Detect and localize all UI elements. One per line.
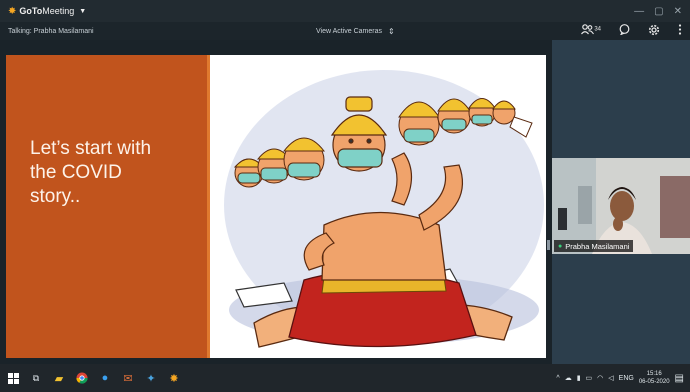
edge-icon[interactable]: ● [98, 371, 112, 385]
cloud-icon[interactable]: ☁ [565, 374, 572, 382]
start-button[interactable] [6, 371, 20, 385]
system-tray: ^ ☁ ▮ ▭ ◠ ◁ ENG 15:16 06-05-2020 ▤ [556, 370, 684, 386]
updown-chevron-icon: ⇕ [388, 26, 395, 36]
slide-text: Let’s start with the COVID story.. [30, 137, 200, 209]
windows-taskbar: ⧉ ▰ ● ✉ ✦ ✸ ^ ☁ ▮ ▭ ◠ ◁ ENG 15:16 06-05-… [0, 364, 690, 392]
app-icon[interactable]: ✦ [144, 371, 158, 385]
participant-name-tag: ● Prabha Masilamani [554, 240, 634, 252]
video-sidebar: ● Prabha Masilamani [552, 40, 690, 364]
splitter-handle[interactable] [547, 240, 550, 250]
participant-name: Prabha Masilamani [565, 241, 630, 251]
task-view-icon[interactable]: ⧉ [29, 371, 43, 385]
language-indicator[interactable]: ENG [619, 375, 634, 382]
talking-indicator: Talking: Prabha Masilamani [8, 27, 94, 35]
microphone-icon: ● [558, 242, 563, 250]
wifi-icon[interactable]: ◠ [597, 374, 603, 382]
chat-icon [619, 24, 630, 36]
more-button[interactable] [678, 24, 682, 38]
restore-button[interactable]: ▢ [654, 6, 663, 17]
clock[interactable]: 15:16 06-05-2020 [639, 370, 670, 386]
volume-icon[interactable]: ◁ [608, 374, 613, 382]
chrome-logo-icon [76, 372, 88, 384]
outlook-icon[interactable]: ✉ [121, 371, 135, 385]
slide-text-line-2: the COVID [30, 162, 122, 183]
chat-button[interactable] [619, 24, 630, 38]
close-button[interactable]: ✕ [674, 6, 682, 17]
title-bar: ✸ GoTo Meeting ▼ — ▢ ✕ [0, 0, 690, 22]
gotomeeting-taskbar-icon[interactable]: ✸ [167, 371, 181, 385]
windows-logo-icon [7, 372, 19, 384]
battery-icon[interactable]: ▭ [586, 374, 593, 382]
brand-goto: GoTo [19, 6, 43, 16]
starburst-icon: ✸ [8, 5, 17, 17]
settings-button[interactable] [648, 24, 660, 39]
slide-text-line-1: Let’s start with [30, 138, 152, 159]
presentation-slide: Let’s start with the COVID story.. [6, 55, 546, 358]
slide-title-panel: Let’s start with the COVID story.. [6, 55, 210, 358]
taskbar-pinned-apps: ⧉ ▰ ● ✉ ✦ ✸ [6, 371, 181, 385]
microphone-tray-icon[interactable]: ▮ [577, 374, 581, 382]
ravana-mask-illustration [224, 70, 544, 348]
gear-icon [648, 24, 660, 35]
chrome-icon[interactable] [75, 371, 89, 385]
info-bar: Talking: Prabha Masilamani View Active C… [0, 22, 690, 40]
view-active-cameras-label: View Active Cameras [316, 27, 383, 35]
attendee-count: 34 [594, 26, 601, 33]
view-active-cameras-button[interactable]: View Active Cameras ⇕ [316, 22, 395, 40]
attendees-button[interactable]: 34 [581, 24, 601, 38]
clock-time: 15:16 [646, 371, 662, 377]
toolbar-icons: 34 [581, 22, 682, 40]
chevron-up-icon[interactable]: ^ [556, 375, 559, 382]
screen-share-stage: Let’s start with the COVID story.. [0, 40, 552, 364]
attendees-icon [581, 24, 595, 35]
minimize-button[interactable]: — [634, 6, 644, 17]
notification-icon[interactable]: ▤ [675, 373, 684, 384]
webcam-tile[interactable]: ● Prabha Masilamani [552, 158, 690, 254]
window-controls: — ▢ ✕ [634, 6, 682, 17]
app-menu[interactable]: ✸ GoTo Meeting ▼ [8, 6, 86, 17]
more-vertical-icon [678, 24, 682, 35]
clock-date: 06-05-2020 [638, 379, 670, 385]
brand-meeting: Meeting [42, 6, 75, 16]
file-explorer-icon[interactable]: ▰ [52, 371, 66, 385]
chevron-down-icon: ▼ [79, 7, 87, 15]
slide-text-line-3: story.. [30, 186, 81, 207]
